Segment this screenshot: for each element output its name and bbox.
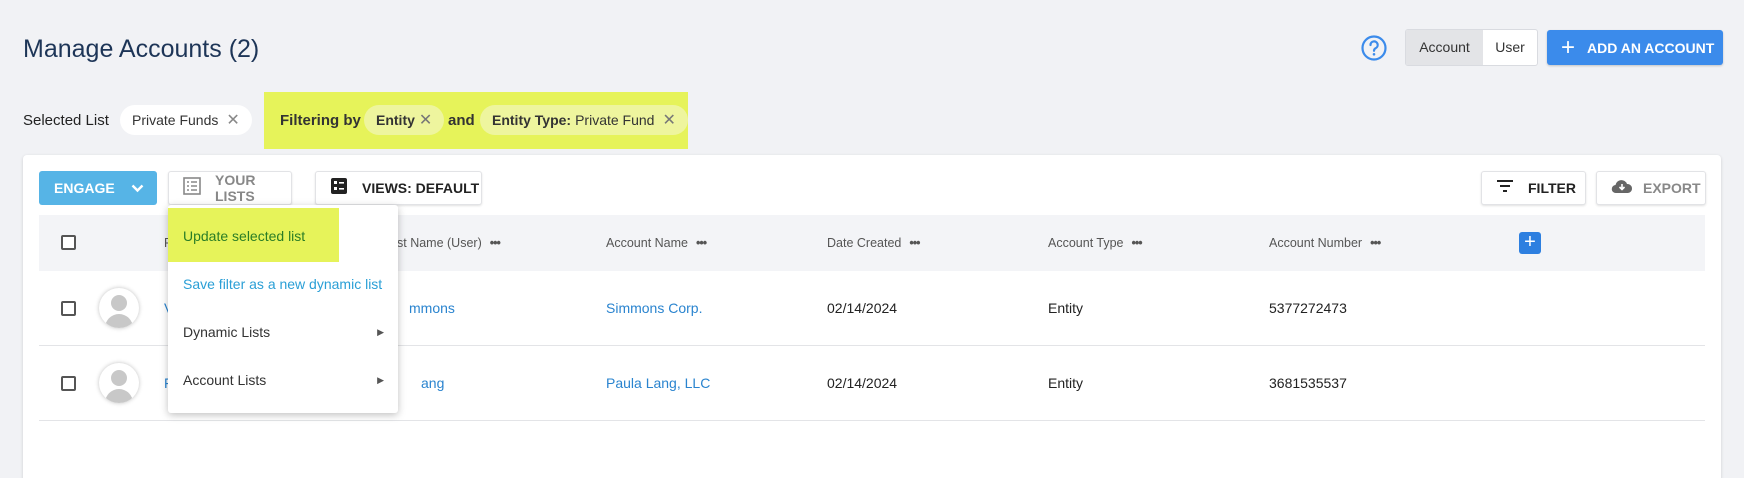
selected-list-chip[interactable]: Private Funds ✕ xyxy=(120,105,252,135)
cloud-download-icon xyxy=(1611,178,1633,199)
column-account-type-label: Account Type xyxy=(1048,236,1124,250)
account-name-link[interactable]: Simmons Corp. xyxy=(606,300,702,316)
add-account-button[interactable]: + ADD AN ACCOUNT xyxy=(1547,30,1723,65)
engage-button[interactable]: ENGAGE xyxy=(39,171,157,205)
page-title: Manage Accounts (2) xyxy=(23,35,260,63)
filter-bar: Filtering by Entity ✕ and Entity Type: P… xyxy=(264,92,688,149)
your-lists-label: YOUR LISTS xyxy=(215,172,256,204)
caret-right-icon: ▶ xyxy=(377,375,384,385)
column-account-number[interactable]: Account Number ••• xyxy=(1269,236,1381,250)
menu-item-dynamic-lists[interactable]: Dynamic Lists xyxy=(183,324,270,340)
avatar xyxy=(99,363,139,403)
menu-item-update-selected-list[interactable]: Update selected list xyxy=(183,228,305,244)
add-account-label: ADD AN ACCOUNT xyxy=(1587,39,1715,56)
filter-chip-entity[interactable]: Entity ✕ xyxy=(364,105,445,135)
last-name-link[interactable]: mmons xyxy=(409,300,455,316)
account-type-cell: Entity xyxy=(1048,300,1084,316)
filter-button[interactable]: FILTER xyxy=(1481,171,1586,205)
filter-chip-entity-type[interactable]: Entity Type: Private Fund ✕ xyxy=(480,105,688,135)
account-type-cell: Entity xyxy=(1048,375,1084,391)
menu-item-save-dynamic-list[interactable]: Save filter as a new dynamic list xyxy=(183,276,382,292)
column-account-name-label: Account Name xyxy=(606,236,688,250)
more-icon[interactable]: ••• xyxy=(490,236,501,250)
column-account-name[interactable]: Account Name ••• xyxy=(606,236,707,250)
column-date-created-label: Date Created xyxy=(827,236,902,250)
filter-chip-entity-type-key: Entity Type: xyxy=(492,112,572,128)
views-button[interactable]: VIEWS: DEFAULT xyxy=(315,171,482,205)
more-icon[interactable]: ••• xyxy=(1370,236,1381,250)
more-icon[interactable]: ••• xyxy=(909,236,920,250)
add-column-button[interactable]: + xyxy=(1519,232,1541,254)
account-number-cell: 5377272473 xyxy=(1269,300,1347,316)
menu-item-account-lists[interactable]: Account Lists xyxy=(183,372,266,388)
avatar xyxy=(99,288,139,328)
last-name-link[interactable]: ang xyxy=(421,375,444,391)
select-all-checkbox[interactable] xyxy=(61,235,76,250)
filter-chip-entity-type-value: Private Fund xyxy=(575,112,655,128)
caret-right-icon: ▶ xyxy=(377,327,384,337)
close-icon[interactable]: ✕ xyxy=(419,110,432,130)
your-lists-dropdown-menu: Update selected list Save filter as a ne… xyxy=(168,205,398,413)
selected-list-label: Selected List xyxy=(23,112,109,129)
close-icon[interactable]: ✕ xyxy=(226,110,239,130)
column-date-created[interactable]: Date Created ••• xyxy=(827,236,921,250)
export-label: EXPORT xyxy=(1643,180,1701,196)
column-account-type[interactable]: Account Type ••• xyxy=(1048,236,1143,250)
selected-list-chip-label: Private Funds xyxy=(132,112,219,128)
row-checkbox[interactable] xyxy=(61,301,76,316)
date-created-cell: 02/14/2024 xyxy=(827,300,898,316)
more-icon[interactable]: ••• xyxy=(1132,236,1143,250)
toggle-user[interactable]: User xyxy=(1483,30,1537,65)
column-last-name[interactable]: st Name (User) ••• xyxy=(397,236,501,250)
help-icon[interactable] xyxy=(1360,34,1388,62)
filter-label: FILTER xyxy=(1528,180,1576,196)
account-name-link[interactable]: Paula Lang, LLC xyxy=(606,375,710,391)
and-label: and xyxy=(448,112,475,129)
export-button[interactable]: EXPORT xyxy=(1596,171,1706,205)
filter-icon xyxy=(1496,178,1514,198)
column-last-name-label: st Name (User) xyxy=(397,236,482,250)
view-list-icon xyxy=(330,177,348,200)
column-account-number-label: Account Number xyxy=(1269,236,1363,250)
more-icon[interactable]: ••• xyxy=(696,236,707,250)
account-user-toggle: Account User xyxy=(1405,29,1538,66)
chevron-down-icon xyxy=(131,180,144,196)
account-number-cell: 3681535537 xyxy=(1269,375,1347,391)
close-icon[interactable]: ✕ xyxy=(662,110,675,130)
your-lists-button[interactable]: YOUR LISTS xyxy=(168,171,292,205)
toggle-account[interactable]: Account xyxy=(1406,30,1483,65)
filter-chip-entity-label: Entity xyxy=(376,112,415,128)
plus-icon: + xyxy=(1561,33,1576,61)
row-checkbox[interactable] xyxy=(61,376,76,391)
views-label: VIEWS: DEFAULT xyxy=(362,180,480,196)
list-icon xyxy=(183,176,201,200)
engage-label: ENGAGE xyxy=(54,180,115,196)
date-created-cell: 02/14/2024 xyxy=(827,375,898,391)
filtering-by-label: Filtering by xyxy=(280,112,361,129)
